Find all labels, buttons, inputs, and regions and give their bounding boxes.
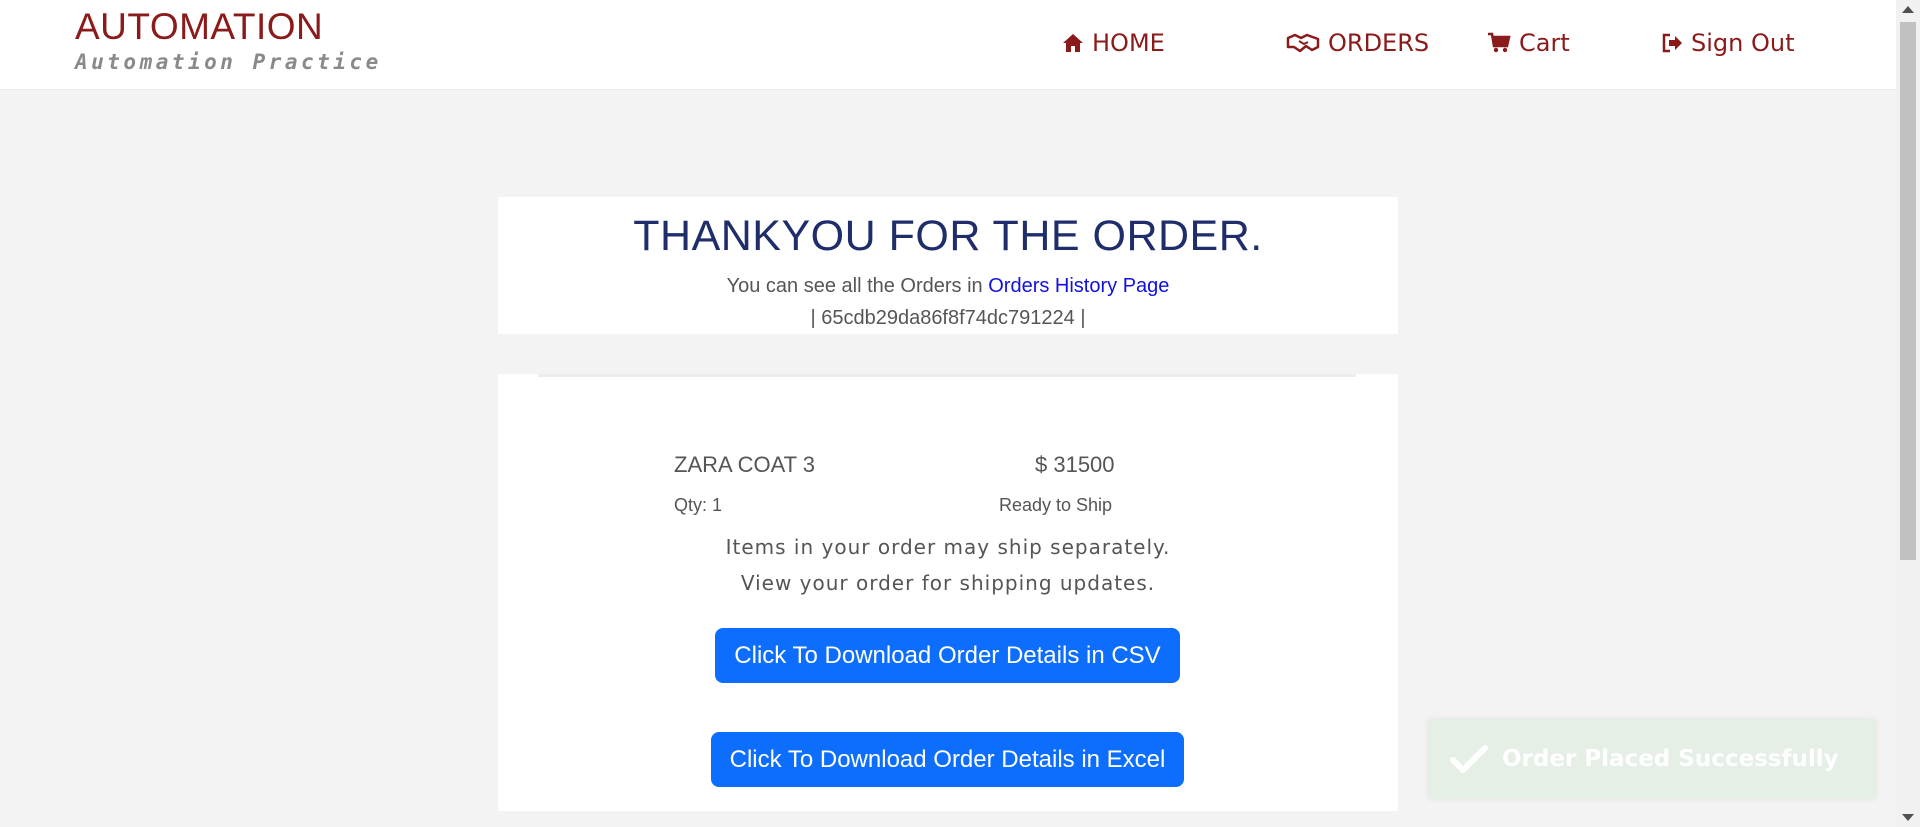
scroll-thumb[interactable] [1900, 22, 1916, 560]
orders-history-prefix: You can see all the Orders in [726, 275, 989, 297]
orders-history-link[interactable]: Orders History Page [988, 275, 1169, 297]
divider [538, 374, 1356, 377]
shipping-note-1: Items in your order may ship separately. [725, 535, 1171, 559]
item-quantity: Qty: 1 [674, 495, 723, 515]
order-confirmation-card: THANKYOU FOR THE ORDER. You can see all … [498, 197, 1398, 334]
brand-title: AUTOMATION [75, 6, 324, 47]
order-details-card: ZARA COAT 3 $ 31500 Qty: 1 Ready to Ship… [498, 374, 1398, 811]
nav-home[interactable]: HOME [1062, 26, 1165, 60]
brand-logo[interactable]: AUTOMATION Automation Practice [75, 5, 382, 74]
item-status: Ready to Ship [999, 495, 1113, 515]
handshake-icon [1286, 33, 1320, 53]
shipping-note-2: View your order for shipping updates. [740, 571, 1156, 595]
orders-history-text: You can see all the Orders in Orders His… [498, 274, 1398, 298]
download-excel-button[interactable]: Click To Download Order Details in Excel [711, 732, 1184, 787]
check-icon [1450, 745, 1488, 773]
nav-orders[interactable]: ORDERS [1286, 26, 1429, 60]
item-name: ZARA COAT 3 [674, 452, 816, 477]
nav-cart-label: Cart [1519, 29, 1570, 57]
item-price: $ 31500 [1035, 452, 1115, 477]
cart-icon [1488, 32, 1511, 53]
scroll-up-arrow[interactable] [1902, 6, 1914, 13]
toast-message: Order Placed Successfully [1502, 746, 1839, 772]
sign-out-icon [1662, 33, 1682, 53]
scroll-down-arrow[interactable] [1902, 814, 1914, 821]
download-csv-button[interactable]: Click To Download Order Details in CSV [715, 628, 1180, 683]
nav-orders-label: ORDERS [1328, 29, 1430, 57]
brand-subtitle: Automation Practice [75, 50, 382, 74]
home-icon [1063, 34, 1083, 52]
nav-sign-out[interactable]: Sign Out [1661, 26, 1795, 60]
nav-cart[interactable]: Cart [1487, 26, 1570, 60]
thank-you-title: THANKYOU FOR THE ORDER. [633, 212, 1263, 260]
top-navbar: AUTOMATION Automation Practice HOME ORDE… [0, 0, 1896, 90]
nav-sign-out-label: Sign Out [1691, 29, 1795, 57]
order-id: | 65cdb29da86f8f74dc791224 | [810, 307, 1086, 329]
order-success-toast[interactable]: Order Placed Successfully [1428, 719, 1876, 799]
vertical-scrollbar[interactable] [1896, 0, 1920, 827]
nav-home-label: HOME [1092, 29, 1165, 57]
